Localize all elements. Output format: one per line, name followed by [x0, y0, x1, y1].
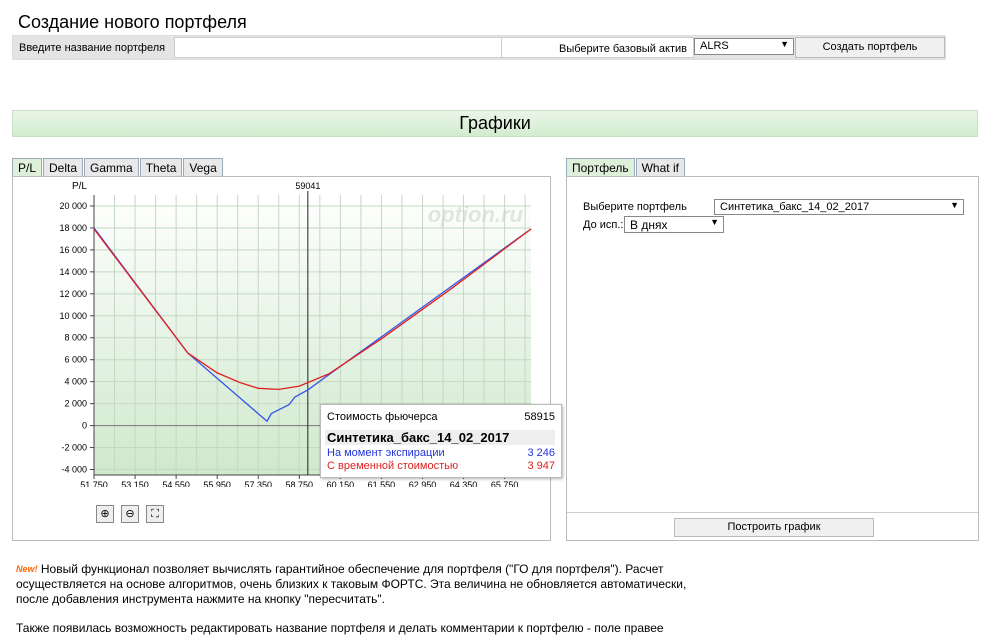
cursor-label: 59041: [295, 181, 320, 191]
build-chart-button[interactable]: Построить график: [674, 518, 874, 537]
portfolio-select-value: Синтетика_бакс_14_02_2017: [720, 201, 870, 213]
tooltip-time-label: С временной стоимостью: [327, 460, 459, 472]
y-tick-label: 4 000: [64, 377, 87, 387]
x-tick-label: 64 350: [450, 480, 478, 487]
x-tick-label: 51 750: [80, 480, 108, 487]
y-tick-label: 12 000: [59, 289, 87, 299]
create-portfolio-bar: Введите название портфеля Выберите базов…: [12, 35, 946, 60]
tooltip-expiry-row: На момент экспирации 3 246: [327, 447, 555, 459]
tooltip-time-row: С временной стоимостью 3 947: [327, 460, 555, 472]
page-title: Создание нового портфеля: [18, 12, 247, 32]
panel-divider: [567, 512, 978, 513]
y-tick-label: 6 000: [64, 355, 87, 365]
until-select[interactable]: В днях ▼: [624, 216, 724, 233]
news-block: New! Новый функционал позволяет вычислят…: [16, 562, 716, 636]
tab-pl[interactable]: P/L: [12, 158, 43, 178]
news-text-2: Также появилась возможность редактироват…: [16, 621, 664, 635]
tooltip-time-value: 3 947: [527, 460, 555, 472]
tooltip-futures-row: Стоимость фьючерса 58915: [327, 411, 555, 423]
asset-label-box: Выберите базовый актив: [501, 37, 694, 58]
tooltip-futures-value: 58915: [524, 411, 555, 423]
x-tick-label: 65 750: [491, 480, 519, 487]
y-tick-label: 16 000: [59, 245, 87, 255]
asset-label: Выберите базовый актив: [559, 43, 687, 55]
y-tick-label: 18 000: [59, 223, 87, 233]
x-tick-label: 53 150: [121, 480, 149, 487]
dropdown-arrow-icon: ▼: [780, 39, 789, 49]
zoom-fit-icon[interactable]: ⛶: [146, 505, 164, 523]
tab-what-if[interactable]: What if: [635, 158, 685, 178]
y-tick-label: 0: [82, 421, 87, 431]
asset-select[interactable]: ALRS ▼: [694, 38, 794, 55]
chart-panel: option.ru -4 000 -2 000 0 2 000 4 000 6 000 8 0…: [12, 176, 551, 541]
tab-portfolio[interactable]: Портфель: [566, 158, 635, 178]
until-label: До исп.:: [583, 219, 624, 231]
chart-tabs: P/L Delta Gamma Theta Vega: [12, 158, 224, 178]
x-tick-label: 58 750: [286, 480, 314, 487]
new-badge: New!: [16, 564, 38, 574]
tooltip-expiry-value: 3 246: [527, 447, 555, 459]
portfolio-panel: Выберите портфель Синтетика_бакс_14_02_2…: [566, 176, 979, 541]
dropdown-arrow-icon: ▼: [950, 200, 959, 210]
y-tick-label: 20 000: [59, 201, 87, 211]
tab-theta[interactable]: Theta: [139, 158, 183, 178]
x-tick-label: 55 950: [203, 480, 231, 487]
zoom-out-icon[interactable]: ⊖: [121, 505, 139, 523]
tab-gamma[interactable]: Gamma: [84, 158, 139, 178]
y-tick-label: 8 000: [64, 333, 87, 343]
zoom-in-icon[interactable]: ⊕: [96, 505, 114, 523]
y-tick-label: -4 000: [61, 465, 87, 475]
x-tick-label: 57 350: [244, 480, 272, 487]
portfolio-select-label: Выберите портфель: [583, 201, 687, 213]
y-tick-label: 14 000: [59, 267, 87, 277]
y-tick-label: -2 000: [61, 443, 87, 453]
x-tick-label: 61 550: [368, 480, 396, 487]
tooltip-portfolio-name: Синтетика_бакс_14_02_2017: [325, 430, 555, 445]
news-paragraph-1: New! Новый функционал позволяет вычислят…: [16, 562, 716, 607]
dropdown-arrow-icon: ▼: [710, 217, 719, 227]
portfolio-name-label: Введите название портфеля: [19, 42, 166, 54]
tab-delta[interactable]: Delta: [43, 158, 84, 178]
x-tick-label: 62 950: [409, 480, 437, 487]
y-tick-label: 10 000: [59, 311, 87, 321]
x-tick-label: 60 150: [327, 480, 355, 487]
create-portfolio-button[interactable]: Создать портфель: [795, 37, 945, 58]
x-tick-label: 54 550: [162, 480, 190, 487]
portfolio-name-input[interactable]: [174, 37, 502, 58]
chart-tooltip: Стоимость фьючерса 58915 Синтетика_бакс_…: [320, 404, 562, 478]
y-axis-label: P/L: [72, 181, 87, 192]
until-select-value: В днях: [630, 218, 668, 232]
tooltip-futures-label: Стоимость фьючерса: [327, 411, 438, 423]
portfolio-select[interactable]: Синтетика_бакс_14_02_2017 ▼: [714, 199, 964, 215]
y-tick-label: 2 000: [64, 399, 87, 409]
asset-select-value: ALRS: [700, 40, 729, 52]
section-title: Графики: [12, 110, 978, 137]
tooltip-expiry-label: На момент экспирации: [327, 447, 445, 459]
right-tabs: Портфель What if: [566, 158, 686, 178]
tab-vega[interactable]: Vega: [183, 158, 223, 178]
news-text-1: Новый функционал позволяет вычислять гар…: [16, 562, 687, 606]
